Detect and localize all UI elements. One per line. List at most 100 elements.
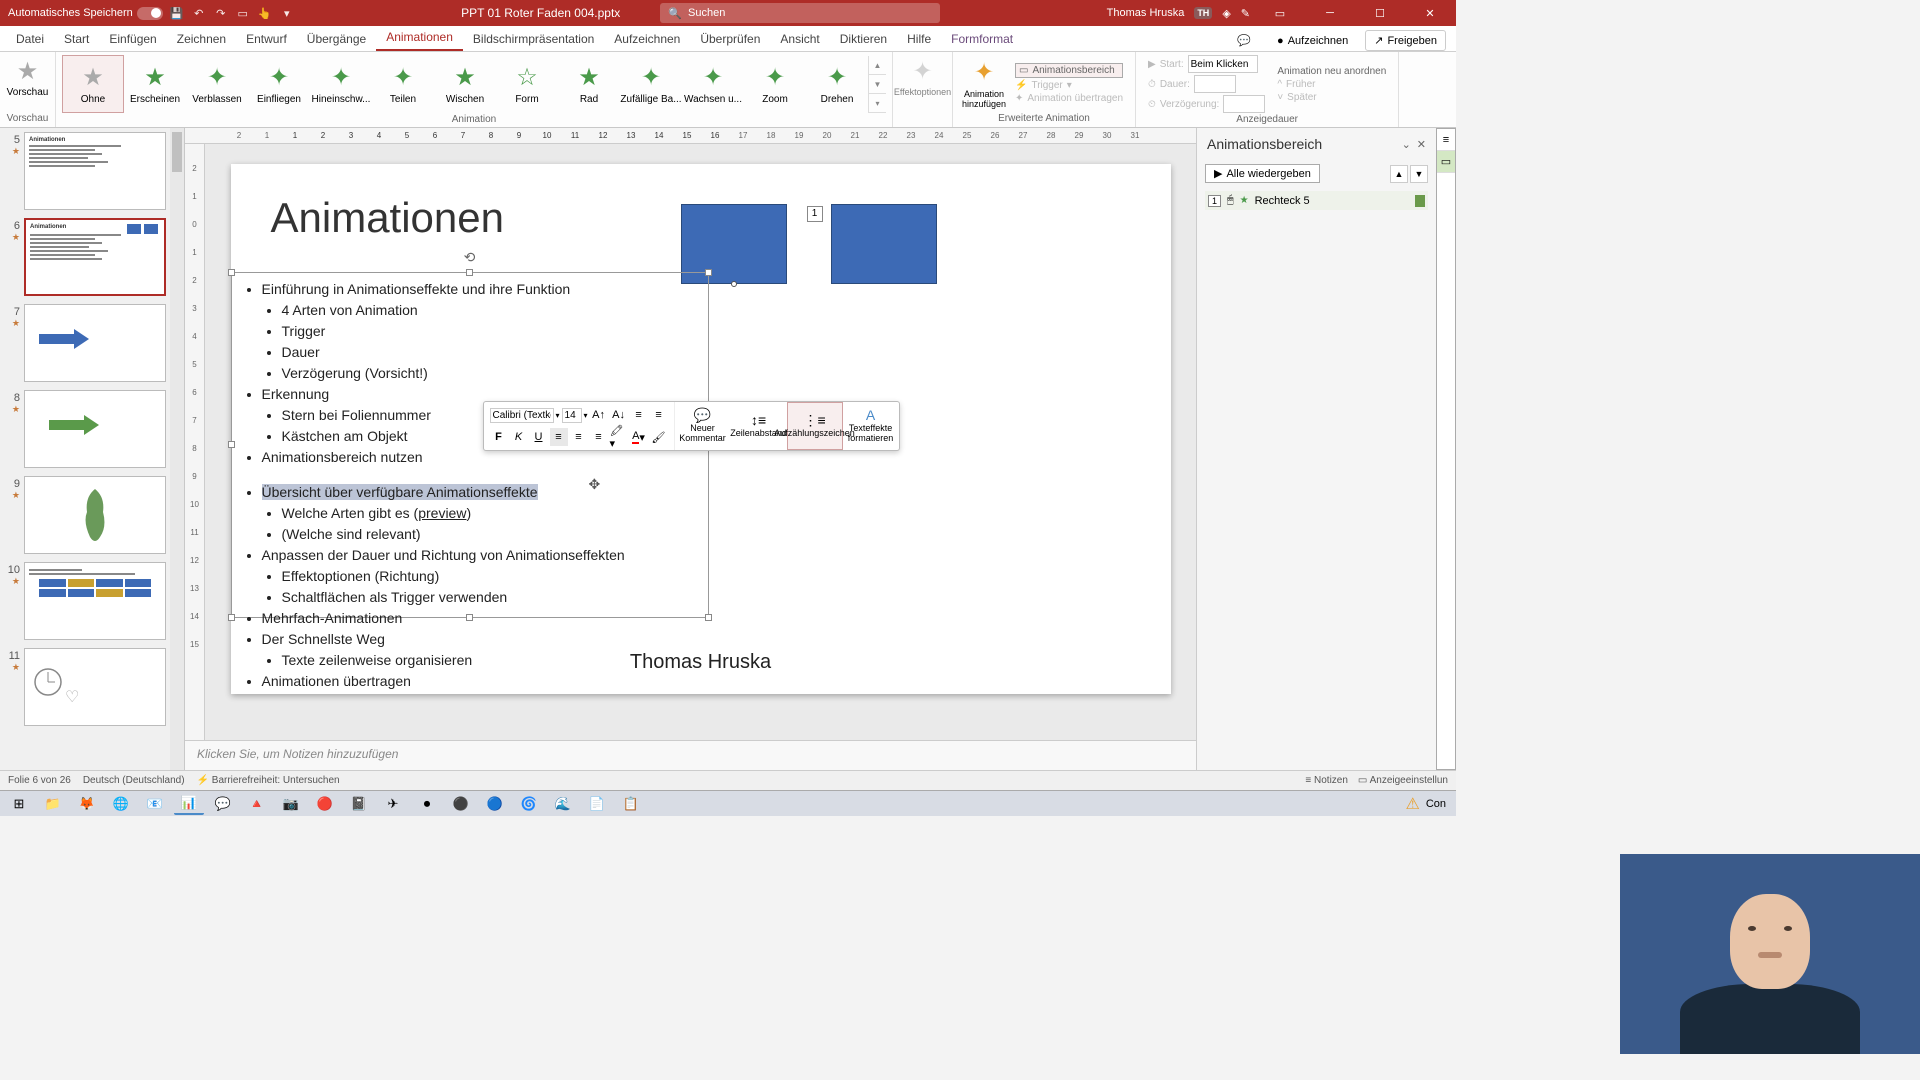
obs-icon[interactable]: ⚫ <box>446 793 476 815</box>
slide-footer[interactable]: Thomas Hruska <box>630 651 771 674</box>
anim-einfliegen[interactable]: ✦Einfliegen <box>248 55 310 113</box>
tab-shape-format[interactable]: Formformat <box>941 27 1023 51</box>
tab-view[interactable]: Ansicht <box>770 27 829 51</box>
onenote-icon[interactable]: 📓 <box>344 793 374 815</box>
comments-icon[interactable]: 💬 <box>1228 30 1260 51</box>
diamond-icon[interactable]: ◈ <box>1222 7 1230 20</box>
align-left-icon[interactable]: ≡ <box>550 428 568 446</box>
text-effects-button[interactable]: ATexteffekte formatieren <box>843 402 899 450</box>
play-all-button[interactable]: ▶ Alle wiedergeben <box>1205 164 1320 183</box>
app-icon-1[interactable]: 💬 <box>208 793 238 815</box>
anim-wachsen[interactable]: ✦Wachsen u... <box>682 55 744 113</box>
anim-hineinschweben[interactable]: ✦Hineinschw... <box>310 55 372 113</box>
start-timing-row[interactable]: ▶ Start: <box>1148 55 1265 73</box>
outlook-icon[interactable]: 📧 <box>140 793 170 815</box>
close-icon[interactable]: ✕ <box>1410 0 1450 26</box>
font-family-select[interactable] <box>490 408 554 423</box>
delay-row[interactable]: ⏲ Verzögerung: <box>1148 95 1265 113</box>
thumbnail-9[interactable] <box>24 476 166 554</box>
app-icon-5[interactable]: 🔵 <box>480 793 510 815</box>
tab-draw[interactable]: Zeichnen <box>167 27 236 51</box>
vlc-icon[interactable]: 🔺 <box>242 793 272 815</box>
effect-options-button[interactable]: ✦ Effektoptionen <box>898 55 948 99</box>
file-explorer-icon[interactable]: 📁 <box>38 793 68 815</box>
tab-transitions[interactable]: Übergänge <box>297 27 376 51</box>
move-later-button[interactable]: ˅ Später <box>1277 92 1386 103</box>
font-size-input[interactable] <box>562 408 582 423</box>
italic-icon[interactable]: K <box>510 428 528 446</box>
animation-pane-button[interactable]: ▭ Animationsbereich <box>1015 63 1123 78</box>
decrease-indent-icon[interactable]: ≡ <box>630 406 648 424</box>
gallery-nav[interactable]: ▲▼▾ <box>868 56 886 113</box>
duration-input[interactable] <box>1194 75 1236 93</box>
anim-drehen[interactable]: ✦Drehen <box>806 55 868 113</box>
bullets-button[interactable]: ⋮≡Aufzählungszeichen <box>787 402 843 450</box>
tab-home[interactable]: Start <box>54 27 99 51</box>
highlight-icon[interactable]: 🖍▾ <box>610 428 628 446</box>
animation-number-tag[interactable]: 1 <box>807 206 823 222</box>
move-earlier-button[interactable]: ^ Früher <box>1277 79 1386 90</box>
tab-slideshow[interactable]: Bildschirmpräsentation <box>463 27 604 51</box>
trigger-button[interactable]: ⚡ Trigger ▾ <box>1015 80 1123 91</box>
maximize-icon[interactable]: ☐ <box>1360 0 1400 26</box>
tab-animations[interactable]: Animationen <box>376 25 463 51</box>
underline-icon[interactable]: U <box>530 428 548 446</box>
user-avatar[interactable]: TH <box>1194 7 1212 19</box>
delay-input[interactable] <box>1223 95 1265 113</box>
start-select[interactable] <box>1188 55 1258 73</box>
language-indicator[interactable]: Deutsch (Deutschland) <box>83 775 185 786</box>
thumbnail-8[interactable] <box>24 390 166 468</box>
thumbnail-5[interactable]: Animationen <box>24 132 166 210</box>
new-comment-button[interactable]: 💬Neuer Kommentar <box>675 402 731 450</box>
option-2[interactable]: ▭ <box>1437 151 1455 173</box>
animation-gallery[interactable]: ★Ohne ★Erscheinen ✦Verblassen ✦Einfliege… <box>62 55 886 113</box>
move-down-button[interactable]: ▼ <box>1410 165 1428 183</box>
redo-icon[interactable]: ↷ <box>213 5 229 21</box>
edge-icon[interactable]: 🌊 <box>548 793 578 815</box>
slide[interactable]: Animationen 1 ⟲ Einführung in Animations… <box>231 164 1171 694</box>
app-icon-4[interactable]: ⏺ <box>412 793 442 815</box>
notes-input[interactable]: Klicken Sie, um Notizen hinzuzufügen <box>185 740 1196 770</box>
collapse-pane-icon[interactable]: ⌄ <box>1402 138 1411 151</box>
warning-icon[interactable]: ⚠ <box>1405 794 1419 814</box>
mini-toolbar[interactable]: ▾ ▾ A↑ A↓ ≡ ≡ F K U ≡ <box>483 401 900 451</box>
tab-dictate[interactable]: Diktieren <box>830 27 897 51</box>
undo-icon[interactable]: ↶ <box>191 5 207 21</box>
anim-zufaellig[interactable]: ✦Zufällige Ba... <box>620 55 682 113</box>
move-up-button[interactable]: ▲ <box>1390 165 1408 183</box>
anim-teilen[interactable]: ✦Teilen <box>372 55 434 113</box>
thumbnail-11[interactable]: ♡ <box>24 648 166 726</box>
app-icon-7[interactable]: 📄 <box>582 793 612 815</box>
share-button[interactable]: ↗ Freigeben <box>1365 30 1446 51</box>
thumbnail-10[interactable] <box>24 562 166 640</box>
tab-design[interactable]: Entwurf <box>236 27 297 51</box>
autosave-toggle[interactable]: Automatisches Speichern <box>8 7 163 20</box>
thumbnail-6[interactable]: Animationen <box>24 218 166 296</box>
powerpoint-icon[interactable]: 📊 <box>174 793 204 815</box>
touch-mode-icon[interactable]: 👆 <box>257 5 273 21</box>
connection-label[interactable]: Con <box>1426 798 1446 810</box>
thumbnail-7[interactable] <box>24 304 166 382</box>
display-settings[interactable]: ▭ Anzeigeeinstellun <box>1358 775 1448 786</box>
tab-review[interactable]: Überprüfen <box>690 27 770 51</box>
tab-record[interactable]: Aufzeichnen <box>604 27 690 51</box>
animation-list-item[interactable]: 1 🖱 ★ Rechteck 5 <box>1205 191 1428 210</box>
align-center-icon[interactable]: ≡ <box>570 428 588 446</box>
increase-indent-icon[interactable]: ≡ <box>650 406 668 424</box>
tab-help[interactable]: Hilfe <box>897 27 941 51</box>
preview-button[interactable]: ★ Vorschau <box>3 55 53 100</box>
close-pane-icon[interactable]: ✕ <box>1417 138 1426 151</box>
add-animation-button[interactable]: ✦ Animation hinzufügen <box>959 55 1009 112</box>
tab-insert[interactable]: Einfügen <box>99 27 166 51</box>
pane-options-strip[interactable]: ≡ ▭ <box>1436 128 1456 770</box>
slide-thumbnails[interactable]: 5★ Animationen 6★ Animationen 7★ 8★ <box>0 128 185 770</box>
toggle-switch[interactable] <box>137 7 163 20</box>
app-icon-6[interactable]: 🌀 <box>514 793 544 815</box>
save-icon[interactable]: 💾 <box>169 5 185 21</box>
duration-row[interactable]: ⏱ Dauer: <box>1148 75 1265 93</box>
app-icon-3[interactable]: 🔴 <box>310 793 340 815</box>
app-icon-2[interactable]: 📷 <box>276 793 306 815</box>
slide-counter[interactable]: Folie 6 von 26 <box>8 775 71 786</box>
notes-toggle[interactable]: ≡ Notizen <box>1305 775 1348 786</box>
option-1[interactable]: ≡ <box>1437 129 1455 151</box>
